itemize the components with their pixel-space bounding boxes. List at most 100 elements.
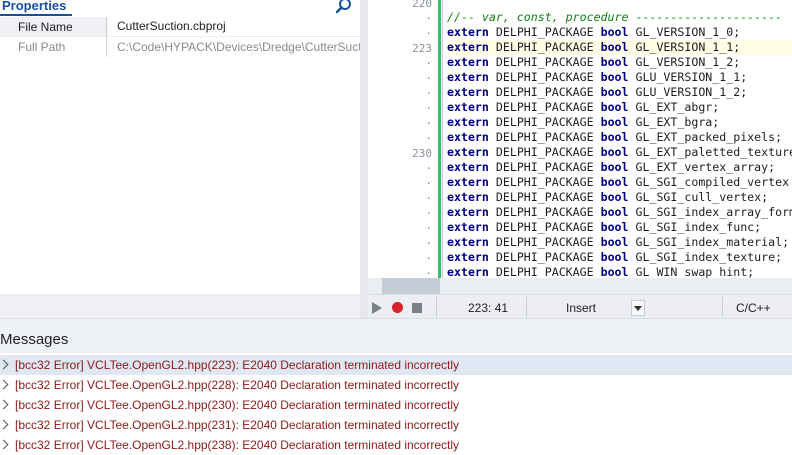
line-number: · xyxy=(368,117,432,132)
code-keyword: extern xyxy=(447,265,489,278)
message-item[interactable]: [bcc32 Error] VCLTee.OpenGL2.hpp(238): E… xyxy=(0,435,792,455)
code-keyword: extern xyxy=(447,55,489,69)
code-type: bool xyxy=(601,55,629,69)
code-keyword: extern xyxy=(447,175,489,189)
code-identifier: GL_EXT_bgra; xyxy=(636,115,720,129)
message-item[interactable]: [bcc32 Error] VCLTee.OpenGL2.hpp(223): E… xyxy=(0,355,792,375)
code-type: bool xyxy=(601,115,629,129)
code-editor[interactable]: 220··223······230········ //-- var, cons… xyxy=(368,0,792,278)
stop-macro-icon[interactable] xyxy=(412,303,422,313)
line-number: · xyxy=(368,207,432,222)
line-number-gutter: 220··223······230········ xyxy=(368,0,436,278)
code-identifier: GL_EXT_packed_pixels; xyxy=(636,130,783,144)
chevron-right-icon[interactable] xyxy=(0,400,8,410)
code-area[interactable]: //-- var, const, procedure -------------… xyxy=(447,0,792,278)
code-type: bool xyxy=(601,40,629,54)
play-macro-icon[interactable] xyxy=(372,302,382,314)
code-macro: DELPHI_PACKAGE xyxy=(496,160,594,174)
vertical-splitter[interactable] xyxy=(360,0,368,318)
code-comment: //-- var, const, procedure -------------… xyxy=(447,10,782,24)
editor-status-bar: 223: 41 Insert C/C++ xyxy=(368,294,792,319)
code-line[interactable]: extern DELPHI_PACKAGE bool GL_EXT_palett… xyxy=(447,145,792,160)
messages-panel: Messages [bcc32 Error] VCLTee.OpenGL2.hp… xyxy=(0,318,792,454)
code-macro: DELPHI_PACKAGE xyxy=(496,145,594,159)
code-line[interactable]: extern DELPHI_PACKAGE bool GL_VERSION_1_… xyxy=(447,40,792,55)
code-type: bool xyxy=(601,250,629,264)
property-value-input[interactable]: CutterSuction.cbproj xyxy=(108,17,360,36)
record-macro-icon[interactable] xyxy=(392,302,403,313)
code-line[interactable]: extern DELPHI_PACKAGE bool GL_SGI_index_… xyxy=(447,220,761,235)
code-line[interactable]: extern DELPHI_PACKAGE bool GL_EXT_bgra; xyxy=(447,115,719,130)
status-divider xyxy=(722,297,723,317)
code-type: bool xyxy=(601,205,629,219)
horizontal-scrollbar[interactable] xyxy=(368,278,792,294)
line-number: · xyxy=(368,237,432,252)
code-identifier: GLU_VERSION_1_1; xyxy=(636,70,748,84)
property-name: Full Path xyxy=(18,40,65,54)
code-line[interactable]: extern DELPHI_PACKAGE bool GL_EXT_vertex… xyxy=(447,160,775,175)
code-macro: DELPHI_PACKAGE xyxy=(496,55,594,69)
search-icon[interactable] xyxy=(334,0,354,15)
code-line[interactable]: extern DELPHI_PACKAGE bool GL_SGI_index_… xyxy=(447,235,789,250)
code-identifier: GL_SGI_index_func; xyxy=(636,220,762,234)
language-selector[interactable]: C/C++ xyxy=(736,301,771,315)
line-number: · xyxy=(368,222,432,237)
code-line[interactable]: extern DELPHI_PACKAGE bool GL_SGI_compil… xyxy=(447,175,789,190)
code-keyword: extern xyxy=(447,190,489,204)
code-identifier: GL_VERSION_1_1; xyxy=(636,40,741,54)
code-macro: DELPHI_PACKAGE xyxy=(496,115,594,129)
code-type: bool xyxy=(601,175,629,189)
message-item[interactable]: [bcc32 Error] VCLTee.OpenGL2.hpp(231): E… xyxy=(0,415,792,435)
message-item[interactable]: [bcc32 Error] VCLTee.OpenGL2.hpp(230): E… xyxy=(0,395,792,415)
code-line[interactable]: extern DELPHI_PACKAGE bool GL_WIN_swap_h… xyxy=(447,265,754,278)
property-row-file-name[interactable]: File Name CutterSuction.cbproj xyxy=(0,17,360,37)
code-keyword: extern xyxy=(447,115,489,129)
properties-header: Properties xyxy=(0,0,360,16)
code-line[interactable]: //-- var, const, procedure -------------… xyxy=(447,10,782,25)
line-number: 223 xyxy=(368,42,432,57)
message-text: [bcc32 Error] VCLTee.OpenGL2.hpp(238): E… xyxy=(15,438,459,452)
code-line[interactable]: extern DELPHI_PACKAGE bool GL_EXT_packed… xyxy=(447,130,782,145)
chevron-right-icon[interactable] xyxy=(0,440,8,450)
code-line[interactable]: extern DELPHI_PACKAGE bool GL_EXT_abgr; xyxy=(447,100,719,115)
code-line[interactable]: extern DELPHI_PACKAGE bool GL_SGI_index_… xyxy=(447,250,782,265)
code-keyword: extern xyxy=(447,235,489,249)
code-type: bool xyxy=(601,220,629,234)
code-keyword: extern xyxy=(447,70,489,84)
line-number: · xyxy=(368,267,432,278)
code-identifier: GL_SGI_index_texture; xyxy=(636,250,783,264)
code-line[interactable]: extern DELPHI_PACKAGE bool GL_VERSION_1_… xyxy=(447,25,740,40)
line-number: · xyxy=(368,27,432,42)
properties-tab[interactable]: Properties xyxy=(2,0,66,13)
code-identifier: GL_EXT_paletted_texture xyxy=(636,145,792,159)
code-type: bool xyxy=(601,85,629,99)
code-macro: DELPHI_PACKAGE xyxy=(496,190,594,204)
property-name: File Name xyxy=(18,20,73,34)
code-type: bool xyxy=(601,190,629,204)
property-value: C:\Code\HYPACK\Devices\Dredge\CutterSuct xyxy=(117,40,360,54)
code-line[interactable]: extern DELPHI_PACKAGE bool GLU_VERSION_1… xyxy=(447,70,747,85)
code-line[interactable]: extern DELPHI_PACKAGE bool GL_VERSION_1_… xyxy=(447,55,740,70)
code-line[interactable]: extern DELPHI_PACKAGE bool GLU_VERSION_1… xyxy=(447,85,747,100)
message-text: [bcc32 Error] VCLTee.OpenGL2.hpp(223): E… xyxy=(15,358,459,372)
line-number: · xyxy=(368,12,432,27)
code-line[interactable]: extern DELPHI_PACKAGE bool GL_SGI_index_… xyxy=(447,205,792,220)
chevron-right-icon[interactable] xyxy=(0,420,8,430)
code-type: bool xyxy=(601,70,629,84)
line-number: · xyxy=(368,162,432,177)
chevron-right-icon[interactable] xyxy=(0,380,8,390)
mode-dropdown-button[interactable] xyxy=(631,300,645,316)
code-identifier: GL_SGI_index_array_form xyxy=(636,205,792,219)
code-keyword: extern xyxy=(447,145,489,159)
code-line[interactable]: extern DELPHI_PACKAGE bool GL_SGI_cull_v… xyxy=(447,190,768,205)
chevron-right-icon[interactable] xyxy=(0,360,8,370)
code-keyword: extern xyxy=(447,85,489,99)
code-identifier: GLU_VERSION_1_2; xyxy=(636,85,748,99)
scrollbar-thumb[interactable] xyxy=(382,278,440,294)
message-item[interactable]: [bcc32 Error] VCLTee.OpenGL2.hpp(228): E… xyxy=(0,375,792,395)
code-macro: DELPHI_PACKAGE xyxy=(496,70,594,84)
code-type: bool xyxy=(601,265,629,278)
code-macro: DELPHI_PACKAGE xyxy=(496,235,594,249)
property-row-full-path[interactable]: Full Path C:\Code\HYPACK\Devices\Dredge\… xyxy=(0,37,360,57)
insert-mode-label[interactable]: Insert xyxy=(566,301,596,315)
